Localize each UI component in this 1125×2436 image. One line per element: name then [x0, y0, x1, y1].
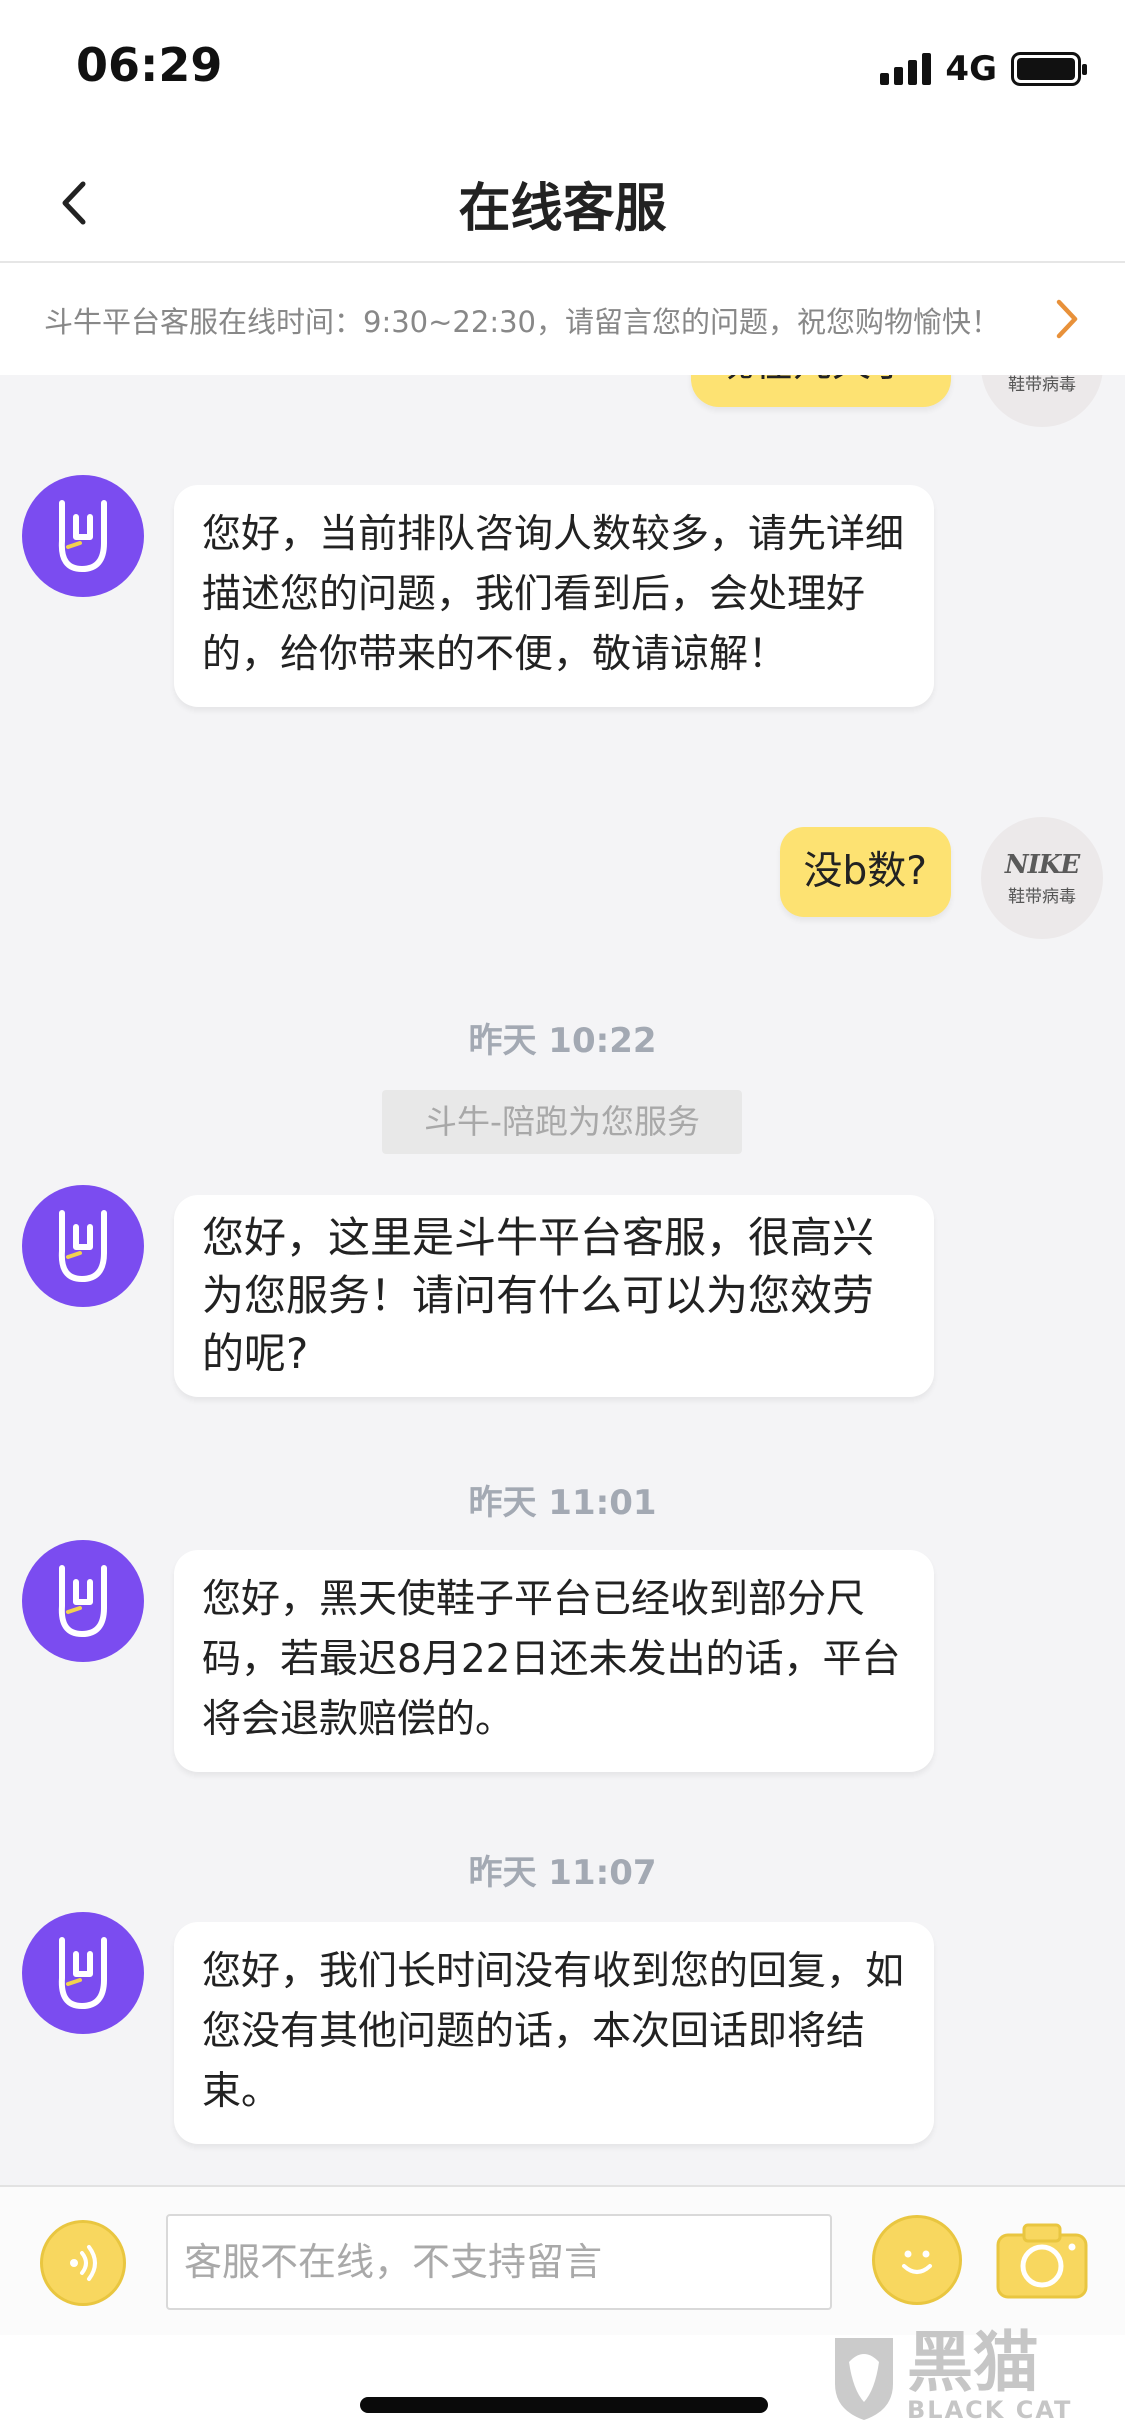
camera-icon	[996, 2223, 1088, 2299]
agent-message: 您好，当前排队咨询人数较多，请先详细描述您的问题，我们看到后，会处理好的，给你带…	[174, 485, 934, 707]
voice-button[interactable]	[40, 2220, 126, 2306]
battery-icon	[1011, 52, 1087, 86]
message-text: 现在几天了	[715, 375, 910, 386]
agent-message: 您好，黑天使鞋子平台已经收到部分尺码，若最迟8月22日还未发出的话，平台将会退款…	[174, 1550, 934, 1772]
notice-text: 斗牛平台客服在线时间：9:30~22:30，请留言您的问题，祝您购物愉快！	[44, 305, 1000, 339]
message-text: 您好，这里是斗牛平台客服，很高兴为您服务！请问有什么可以为您效劳的呢?	[202, 1213, 875, 1378]
watermark-en: BLACK CAT	[907, 2396, 1073, 2424]
user-message-partial: 现在几天了	[691, 375, 951, 407]
message-text: 您好，当前排队咨询人数较多，请先详细描述您的问题，我们看到后，会处理好的，给你带…	[202, 512, 905, 677]
system-notice: 斗牛-陪跑为您服务	[382, 1090, 742, 1154]
signal-icon	[880, 53, 932, 85]
watermark: 黑猫 BLACK CAT	[829, 2318, 1119, 2436]
status-time: 06:29	[76, 38, 223, 92]
rock-hand-icon	[58, 500, 107, 572]
emoji-button[interactable]	[872, 2215, 962, 2305]
rock-hand-icon	[58, 1210, 107, 1282]
voice-icon	[70, 2245, 97, 2281]
agent-avatar[interactable]	[22, 1912, 144, 2034]
timestamp: 昨天 11:07	[468, 1853, 657, 1893]
input-bar	[0, 2185, 1125, 2335]
status-indicators: 4G	[880, 46, 1087, 92]
watermark-cn: 黑猫	[907, 2324, 1039, 2401]
watermark-text: 黑猫 BLACK CAT	[907, 2324, 1073, 2425]
cat-shield-icon	[835, 2338, 893, 2420]
nav-bar: 在线客服	[0, 138, 1125, 263]
page-title: 在线客服	[458, 179, 667, 239]
agent-avatar[interactable]	[22, 1185, 144, 1307]
status-bar: 06:29 4G	[0, 0, 1125, 138]
home-indicator[interactable]	[360, 2397, 768, 2413]
user-avatar[interactable]: NIKE 鞋带病毒	[981, 817, 1103, 939]
message-text: 您好，黑天使鞋子平台已经收到部分尺码，若最迟8月22日还未发出的话，平台将会退款…	[202, 1577, 901, 1742]
user-avatar[interactable]: NIKE 鞋带病毒	[981, 375, 1103, 427]
service-hours-notice[interactable]: 斗牛平台客服在线时间：9:30~22:30，请留言您的问题，祝您购物愉快！	[0, 263, 1125, 375]
camera-button[interactable]	[994, 2217, 1090, 2303]
chat-area[interactable]: 现在几天了 NIKE 鞋带病毒 您好，当前排队咨询人数较多，请先详细描述您的问题…	[0, 375, 1125, 2185]
nike-logo: NIKE	[1004, 849, 1080, 880]
avatar-caption: 鞋带病毒	[1008, 886, 1076, 907]
rock-hand-icon	[58, 1565, 107, 1637]
agent-avatar[interactable]	[22, 475, 144, 597]
chevron-right-icon[interactable]	[1041, 289, 1091, 349]
user-message: 没b数?	[779, 827, 951, 917]
agent-message: 您好，这里是斗牛平台客服，很高兴为您服务！请问有什么可以为您效劳的呢?	[174, 1195, 934, 1397]
agent-message: 您好，我们长时间没有收到您的回复，如您没有其他问题的话，本次回话即将结束。	[174, 1922, 934, 2144]
timestamp: 昨天 11:01	[468, 1483, 657, 1523]
message-input[interactable]	[166, 2214, 832, 2310]
timestamp: 昨天 10:22	[468, 1021, 657, 1061]
avatar-caption: 鞋带病毒	[1008, 375, 1076, 395]
rock-hand-icon	[58, 1937, 107, 2009]
message-text: 没b数?	[803, 849, 927, 894]
smiley-icon	[902, 2250, 932, 2274]
message-text: 您好，我们长时间没有收到您的回复，如您没有其他问题的话，本次回话即将结束。	[202, 1949, 905, 2114]
agent-avatar[interactable]	[22, 1540, 144, 1662]
network-type: 4G	[945, 49, 997, 89]
